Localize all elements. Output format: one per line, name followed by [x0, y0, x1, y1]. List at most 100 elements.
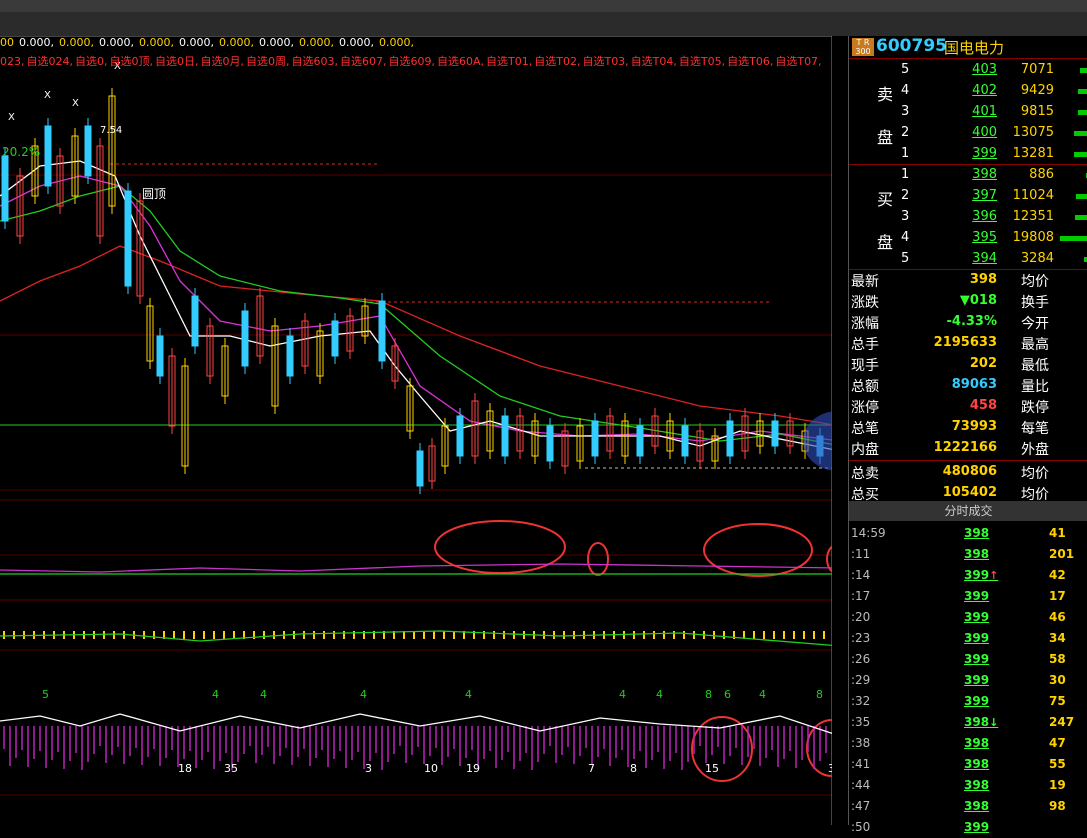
stat-key-right: 换手: [1021, 295, 1049, 311]
watchlist-tab[interactable]: 023,: [0, 55, 25, 68]
order-row[interactable]: 5 403 7071: [849, 60, 1087, 81]
candle-body: [156, 335, 164, 377]
watchlist-tab[interactable]: 自选603,: [292, 55, 339, 68]
stat-row: 涨幅 -4.33% 今开: [849, 312, 1087, 333]
tick-row[interactable]: :41 398 55: [849, 754, 1087, 775]
tick-volume: 41: [1049, 526, 1066, 540]
tick-row[interactable]: 14:59 398 41: [849, 523, 1087, 544]
order-price[interactable]: 402: [939, 83, 997, 98]
indicator-bottom-label: 19: [466, 762, 480, 775]
tick-row[interactable]: :47 398 98: [849, 796, 1087, 817]
stock-name[interactable]: 国电电力: [944, 37, 1004, 58]
tick-price: 398: [964, 757, 990, 771]
watchlist-tab[interactable]: 自选60A,: [437, 55, 484, 68]
order-level: 4: [901, 83, 910, 98]
x-mark-label: X: [44, 90, 51, 101]
watchlist-tab[interactable]: 自选609,: [389, 55, 436, 68]
watchlist-tab[interactable]: 自选T05,: [679, 55, 725, 68]
ma-value: 0.000,: [259, 36, 294, 49]
watchlist-tab[interactable]: 自选024,: [27, 55, 74, 68]
order-price[interactable]: 394: [939, 251, 997, 266]
watchlist-tab[interactable]: 自选T03,: [582, 55, 628, 68]
tick-time: :26: [851, 652, 871, 666]
order-price[interactable]: 398: [939, 167, 997, 182]
candle-body: [331, 320, 339, 357]
stat-key: 内盘: [851, 442, 879, 458]
watchlist-tab[interactable]: 自选0顶,: [110, 55, 154, 68]
tick-row[interactable]: :23 399 34: [849, 628, 1087, 649]
watchlist-tab[interactable]: 自选T04,: [631, 55, 677, 68]
chart-scrollbar[interactable]: [832, 36, 848, 825]
order-price[interactable]: 396: [939, 209, 997, 224]
tick-row[interactable]: :26 399 58: [849, 649, 1087, 670]
stat-key-right: 跌停: [1021, 400, 1049, 416]
order-price[interactable]: 401: [939, 104, 997, 119]
order-volume: 11024: [1012, 188, 1054, 203]
tick-row[interactable]: :50 399: [849, 817, 1087, 838]
candle-body: [44, 125, 52, 187]
candle-body: [546, 425, 554, 462]
tick-row[interactable]: :14 399↑ 42: [849, 565, 1087, 586]
watchlist-tab[interactable]: 自选0,: [75, 55, 108, 68]
tick-row[interactable]: :17 399 17: [849, 586, 1087, 607]
tick-volume: 47: [1049, 736, 1066, 750]
tick-price: 399: [964, 694, 990, 708]
tick-row[interactable]: :29 399 30: [849, 670, 1087, 691]
candle-body: [636, 425, 644, 457]
totals-separator: [849, 460, 1087, 461]
tick-volume: 42: [1049, 568, 1066, 582]
stat-row: 总额 89063 量比: [849, 375, 1087, 396]
tick-row[interactable]: :20 399 46: [849, 607, 1087, 628]
stock-code[interactable]: 600795: [876, 36, 947, 56]
order-bar: [1078, 110, 1087, 115]
candle-body: [286, 335, 294, 377]
order-row[interactable]: 1 398 886: [849, 165, 1087, 186]
order-row[interactable]: 3 396 12351: [849, 207, 1087, 228]
kline-chart[interactable]: 20.2%7.54圆顶XXXX5444444864818353101978153: [0, 36, 848, 825]
watchlist-tab[interactable]: 自选0周,: [246, 55, 290, 68]
tick-time: :14: [851, 568, 871, 582]
watchlist-tab[interactable]: 自选607,: [340, 55, 387, 68]
ma-value: 0.000,: [299, 36, 334, 49]
order-volume: 12351: [1012, 209, 1054, 224]
tick-price: 398↓: [964, 715, 999, 729]
order-level: 2: [901, 188, 910, 203]
stat-row: 总笔 73993 每笔: [849, 417, 1087, 438]
annotation-circle: [703, 523, 813, 577]
order-price[interactable]: 397: [939, 188, 997, 203]
tick-row[interactable]: :38 398 47: [849, 733, 1087, 754]
stat-value: 202: [969, 356, 997, 371]
order-price[interactable]: 403: [939, 62, 997, 77]
watchlist-tabs[interactable]: 023, 自选024, 自选0, 自选0顶, 自选0日, 自选0月, 自选0周, 自选603,…: [0, 53, 848, 69]
order-volume: 13281: [1012, 146, 1054, 161]
watchlist-tab[interactable]: 自选0日,: [155, 55, 199, 68]
candle-body: [591, 420, 599, 457]
ma-value: 0.000,: [179, 36, 214, 49]
watchlist-tab[interactable]: 自选T02,: [534, 55, 580, 68]
tick-row[interactable]: :11 398 201: [849, 544, 1087, 565]
candle-body: [681, 425, 689, 457]
indicator-bottom-label: 35: [224, 762, 238, 775]
order-price[interactable]: 400: [939, 125, 997, 140]
tick-row[interactable]: :35 398↓ 247: [849, 712, 1087, 733]
tick-row[interactable]: :44 398 19: [849, 775, 1087, 796]
order-level: 3: [901, 209, 910, 224]
stat-value: 458: [969, 398, 997, 413]
ticks-header[interactable]: 分时成交: [849, 501, 1087, 521]
stat-value: 105402: [942, 485, 997, 500]
tick-volume: 30: [1049, 673, 1066, 687]
watchlist-tab[interactable]: 自选0月,: [201, 55, 245, 68]
order-price[interactable]: 395: [939, 230, 997, 245]
order-price[interactable]: 399: [939, 146, 997, 161]
x-mark-label: X: [72, 98, 79, 109]
watchlist-tab[interactable]: 自选T07,: [775, 55, 821, 68]
order-row[interactable]: 3 401 9815: [849, 102, 1087, 123]
candle-body: [378, 300, 386, 362]
toolbar-strip: [0, 0, 1087, 12]
watchlist-tab[interactable]: 自选T06,: [727, 55, 773, 68]
order-level: 3: [901, 104, 910, 119]
watchlist-tab[interactable]: 自选T01,: [486, 55, 532, 68]
order-bar: [1074, 152, 1087, 157]
tick-row[interactable]: :32 399 75: [849, 691, 1087, 712]
tick-price: 399: [964, 589, 990, 603]
